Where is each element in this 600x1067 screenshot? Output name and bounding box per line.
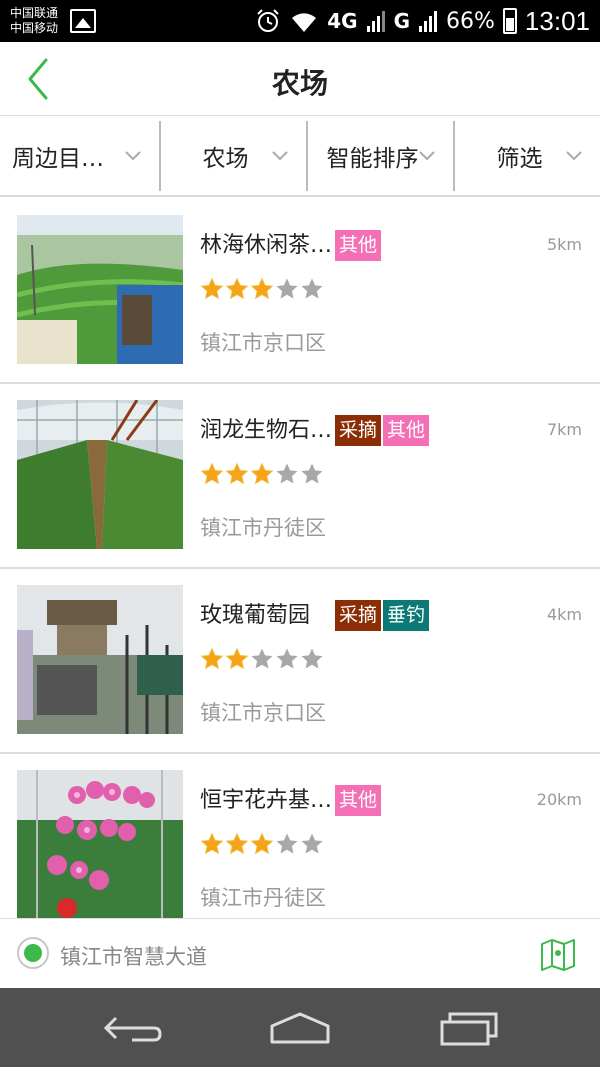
farm-list-item[interactable]: 林海休闲茶… 其他 5km 镇江市京口区 bbox=[0, 199, 600, 384]
farm-list-item[interactable]: 恒宇花卉基… 其他 20km 镇江市丹徒区 bbox=[0, 754, 600, 918]
star-empty-icon bbox=[301, 648, 323, 669]
star-filled-icon bbox=[200, 462, 224, 485]
map-icon[interactable] bbox=[540, 936, 576, 972]
farm-tags: 其他 bbox=[335, 230, 382, 261]
tag-other: 其他 bbox=[335, 785, 382, 816]
tag-pick: 采摘 bbox=[335, 600, 382, 631]
star-filled-icon bbox=[225, 832, 249, 855]
tag-other: 其他 bbox=[335, 230, 382, 261]
network-4g-label: 4G bbox=[327, 9, 358, 33]
farm-rating bbox=[200, 647, 324, 671]
star-filled-icon bbox=[225, 462, 249, 485]
farm-distance: 4km bbox=[546, 605, 582, 624]
farm-thumbnail bbox=[17, 770, 183, 918]
current-address: 镇江市智慧大道 bbox=[60, 945, 207, 969]
filter-bar: 周边目… 农场 智能排序 筛选 bbox=[0, 117, 600, 197]
farm-district: 镇江市丹徒区 bbox=[200, 886, 326, 910]
filter-sort-label: 智能排序 bbox=[326, 146, 419, 172]
star-filled-icon bbox=[200, 832, 224, 855]
system-nav-bar bbox=[0, 988, 600, 1067]
star-empty-icon bbox=[276, 463, 298, 484]
tag-pick: 采摘 bbox=[335, 415, 382, 446]
signal-icon-1 bbox=[366, 11, 385, 32]
farm-name: 玫瑰葡萄园 bbox=[200, 603, 311, 628]
star-empty-icon bbox=[276, 278, 298, 299]
star-empty-icon bbox=[251, 648, 273, 669]
farm-name: 润龙生物石… bbox=[200, 418, 333, 443]
star-filled-icon bbox=[250, 832, 274, 855]
filter-screen-label: 筛选 bbox=[496, 146, 543, 172]
tag-fishing: 垂钓 bbox=[383, 600, 430, 631]
recent-apps-nav-icon[interactable] bbox=[438, 1010, 502, 1046]
star-filled-icon bbox=[225, 647, 249, 670]
farm-distance: 5km bbox=[546, 235, 582, 254]
farm-distance: 7km bbox=[546, 420, 582, 439]
header: 农场 bbox=[0, 42, 600, 116]
farm-thumbnail bbox=[17, 585, 183, 734]
farm-rating bbox=[200, 832, 324, 856]
tag-other: 其他 bbox=[383, 415, 430, 446]
clock: 13:01 bbox=[524, 5, 590, 36]
status-bar: 中国联通 中国移动 4G G 66% 13:01 bbox=[0, 0, 600, 42]
star-empty-icon bbox=[276, 648, 298, 669]
home-nav-icon[interactable] bbox=[268, 1010, 332, 1046]
farm-district: 镇江市京口区 bbox=[200, 331, 326, 355]
farm-name: 恒宇花卉基… bbox=[200, 788, 333, 813]
farm-name: 林海休闲茶… bbox=[200, 233, 333, 258]
page-title: 农场 bbox=[271, 67, 328, 100]
chevron-down-icon bbox=[272, 151, 288, 161]
farm-list: 林海休闲茶… 其他 5km 镇江市京口区 润龙生物石… 采摘 其他 7km 镇江… bbox=[0, 199, 600, 918]
carrier-info: 中国联通 中国移动 bbox=[10, 6, 58, 36]
alarm-icon bbox=[257, 9, 279, 32]
chevron-down-icon bbox=[566, 151, 582, 161]
filter-sort[interactable]: 智能排序 bbox=[306, 117, 453, 195]
farm-rating bbox=[200, 277, 324, 301]
farm-tags: 采摘 垂钓 bbox=[335, 600, 430, 631]
farm-thumbnail bbox=[17, 400, 183, 549]
farm-distance: 20km bbox=[536, 790, 582, 809]
farm-list-item[interactable]: 玫瑰葡萄园 采摘 垂钓 4km 镇江市京口区 bbox=[0, 569, 600, 754]
battery-icon bbox=[502, 8, 517, 34]
filter-nearby[interactable]: 周边目… bbox=[0, 117, 159, 195]
farm-thumbnail bbox=[17, 215, 183, 364]
location-dot-icon bbox=[17, 937, 49, 969]
star-filled-icon bbox=[200, 647, 224, 670]
farm-tags: 采摘 其他 bbox=[335, 415, 430, 446]
farm-list-item[interactable]: 润龙生物石… 采摘 其他 7km 镇江市丹徒区 bbox=[0, 384, 600, 569]
filter-screen[interactable]: 筛选 bbox=[453, 117, 600, 195]
battery-percent: 66% bbox=[446, 8, 495, 34]
image-notification-icon bbox=[70, 9, 96, 33]
star-empty-icon bbox=[301, 463, 323, 484]
carrier-1: 中国联通 bbox=[10, 6, 59, 20]
star-filled-icon bbox=[250, 462, 274, 485]
star-empty-icon bbox=[301, 833, 323, 854]
farm-tags: 其他 bbox=[335, 785, 382, 816]
star-empty-icon bbox=[301, 278, 323, 299]
star-empty-icon bbox=[276, 833, 298, 854]
location-bar: 镇江市智慧大道 bbox=[0, 918, 600, 988]
network-g-label: G bbox=[393, 9, 411, 33]
status-icons: 4G G 66% 13:01 bbox=[255, 4, 590, 38]
farm-rating bbox=[200, 462, 324, 486]
filter-nearby-label: 周边目… bbox=[12, 146, 104, 172]
star-filled-icon bbox=[225, 277, 249, 300]
star-filled-icon bbox=[250, 277, 274, 300]
wifi-icon bbox=[292, 13, 317, 32]
chevron-down-icon bbox=[125, 151, 141, 161]
farm-district: 镇江市京口区 bbox=[200, 701, 326, 725]
filter-category-label: 农场 bbox=[202, 146, 249, 172]
farm-district: 镇江市丹徒区 bbox=[200, 516, 326, 540]
signal-icon-2 bbox=[419, 11, 438, 32]
star-filled-icon bbox=[200, 277, 224, 300]
chevron-down-icon bbox=[419, 151, 435, 161]
filter-category[interactable]: 农场 bbox=[159, 117, 306, 195]
back-nav-icon[interactable] bbox=[102, 1010, 166, 1046]
carrier-2: 中国移动 bbox=[10, 21, 59, 35]
